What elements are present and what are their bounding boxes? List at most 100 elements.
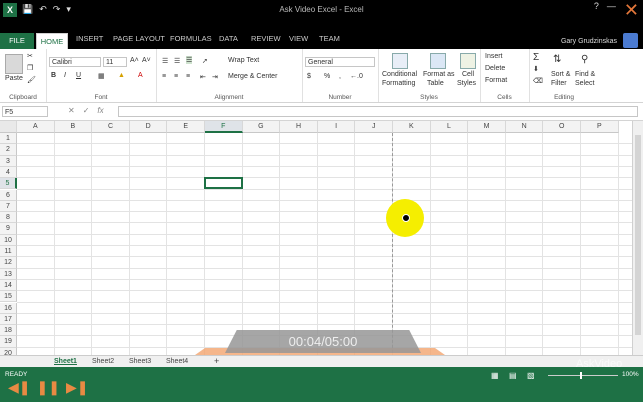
- find-select-label-2[interactable]: Select: [575, 80, 594, 87]
- zoom-slider-thumb[interactable]: [580, 372, 582, 379]
- comma-icon[interactable]: ,: [339, 73, 341, 80]
- row-header-12[interactable]: 12: [0, 257, 17, 269]
- page-break-view-icon[interactable]: ▧: [527, 371, 535, 380]
- fill-color-icon[interactable]: ▲: [118, 72, 125, 79]
- row-header-5[interactable]: 5: [0, 178, 17, 190]
- align-top-icon[interactable]: ☰: [162, 57, 168, 65]
- tab-data[interactable]: DATA: [219, 34, 238, 43]
- column-header-p[interactable]: P: [581, 121, 619, 133]
- avatar[interactable]: [623, 33, 638, 48]
- sheet-tab-3[interactable]: Sheet3: [129, 356, 151, 367]
- tab-review[interactable]: REVIEW: [251, 34, 281, 43]
- cut-icon[interactable]: ✂: [27, 52, 33, 60]
- tab-team[interactable]: TEAM: [319, 34, 340, 43]
- normal-view-icon[interactable]: ▦: [491, 371, 499, 380]
- delete-cells-button[interactable]: Delete: [485, 65, 505, 72]
- add-sheet-button[interactable]: +: [214, 356, 219, 367]
- name-box[interactable]: F5: [2, 106, 48, 117]
- column-header-j[interactable]: J: [355, 121, 393, 133]
- column-header-h[interactable]: H: [280, 121, 318, 133]
- column-header-d[interactable]: D: [129, 121, 168, 133]
- formula-input[interactable]: [118, 106, 638, 117]
- column-header-m[interactable]: M: [468, 121, 506, 133]
- align-left-icon[interactable]: ≡: [162, 73, 166, 80]
- format-as-table-label-1[interactable]: Format as: [423, 71, 455, 78]
- shrink-font-icon[interactable]: A˅: [142, 57, 151, 64]
- cell-styles-label-2[interactable]: Styles: [457, 80, 476, 87]
- format-cells-button[interactable]: Format: [485, 77, 507, 84]
- increase-indent-icon[interactable]: ⇥: [212, 73, 218, 81]
- autosum-icon[interactable]: Σ: [533, 52, 539, 63]
- font-size-select[interactable]: 11: [103, 57, 127, 67]
- column-header-f[interactable]: F: [205, 121, 243, 133]
- select-all-corner[interactable]: [0, 121, 17, 133]
- row-header-19[interactable]: 19: [0, 336, 17, 348]
- row-header-14[interactable]: 14: [0, 279, 17, 292]
- sheet-tab-4[interactable]: Sheet4: [166, 356, 188, 367]
- pause-icon[interactable]: ❚❚: [37, 379, 60, 396]
- cell-styles-icon[interactable]: [460, 53, 476, 69]
- column-header-g[interactable]: G: [242, 121, 281, 133]
- worksheet-grid[interactable]: A B C D E F G H I J K L M N O P 1 2 3 4 5 6 7 8 9 10 11 12 13 14 15 16 1…: [0, 121, 632, 355]
- paste-label[interactable]: Paste: [5, 75, 23, 82]
- scroll-thumb[interactable]: [635, 135, 641, 335]
- column-header-o[interactable]: O: [543, 121, 581, 133]
- row-header-9[interactable]: 9: [0, 223, 17, 235]
- sort-filter-label-1[interactable]: Sort &: [551, 71, 570, 78]
- clear-icon[interactable]: ⌫: [533, 77, 543, 85]
- conditional-formatting-label-2[interactable]: Formatting: [382, 80, 415, 87]
- percent-icon[interactable]: %: [324, 73, 330, 80]
- align-bottom-icon[interactable]: ☰: [186, 56, 193, 64]
- sheet-tab-1[interactable]: Sheet1: [54, 356, 77, 367]
- bold-icon[interactable]: B: [51, 72, 56, 79]
- format-painter-icon[interactable]: 🖌: [27, 76, 36, 84]
- conditional-formatting-label-1[interactable]: Conditional: [382, 71, 417, 78]
- cell-styles-label-1[interactable]: Cell: [462, 71, 474, 78]
- active-cell[interactable]: [204, 177, 243, 190]
- row-header-6[interactable]: 6: [0, 189, 17, 201]
- conditional-formatting-icon[interactable]: [392, 53, 408, 69]
- merge-center-button[interactable]: Merge & Center: [228, 73, 277, 80]
- row-header-11[interactable]: 11: [0, 246, 17, 258]
- row-header-13[interactable]: 13: [0, 268, 17, 280]
- row-header-1[interactable]: 1: [0, 133, 17, 145]
- help-icon[interactable]: ?: [594, 1, 599, 19]
- fill-icon[interactable]: ⬇: [533, 65, 539, 73]
- copy-icon[interactable]: ❐: [27, 64, 33, 72]
- grow-font-icon[interactable]: A˄: [130, 57, 139, 64]
- font-name-select[interactable]: Calibri: [49, 57, 101, 67]
- row-header-8[interactable]: 8: [0, 212, 17, 224]
- row-header-15[interactable]: 15: [0, 291, 17, 303]
- column-header-i[interactable]: I: [317, 121, 356, 133]
- align-middle-icon[interactable]: ☰: [174, 57, 180, 65]
- user-name[interactable]: Gary Grudzinskas: [561, 38, 617, 45]
- zoom-slider[interactable]: [548, 375, 618, 376]
- find-select-icon[interactable]: ⚲: [581, 54, 588, 65]
- vertical-scrollbar[interactable]: [632, 121, 643, 355]
- align-right-icon[interactable]: ≡: [186, 73, 190, 80]
- underline-icon[interactable]: U: [76, 72, 81, 79]
- sheet-tab-2[interactable]: Sheet2: [92, 356, 114, 367]
- tab-file[interactable]: FILE: [0, 33, 34, 49]
- row-header-7[interactable]: 7: [0, 200, 17, 213]
- insert-cells-button[interactable]: Insert: [485, 53, 503, 60]
- paste-icon[interactable]: [5, 54, 23, 74]
- row-header-16[interactable]: 16: [0, 302, 17, 314]
- column-header-c[interactable]: C: [92, 121, 130, 133]
- row-header-3[interactable]: 3: [0, 155, 17, 167]
- format-as-table-icon[interactable]: [430, 53, 446, 69]
- font-color-icon[interactable]: A: [138, 72, 143, 79]
- row-header-4[interactable]: 4: [0, 166, 17, 179]
- orientation-icon[interactable]: ➚: [202, 57, 208, 65]
- row-header-10[interactable]: 10: [0, 234, 17, 246]
- tab-formulas[interactable]: FORMULAS: [170, 34, 212, 43]
- cancel-entry-icon[interactable]: ✕: [68, 106, 75, 115]
- find-select-label-1[interactable]: Find &: [575, 71, 595, 78]
- tab-insert[interactable]: INSERT: [76, 34, 103, 43]
- column-header-e[interactable]: E: [167, 121, 205, 133]
- format-as-table-label-2[interactable]: Table: [427, 80, 444, 87]
- column-header-n[interactable]: N: [505, 121, 544, 133]
- decrease-indent-icon[interactable]: ⇤: [200, 73, 206, 81]
- number-format-select[interactable]: General: [305, 57, 375, 67]
- page-layout-view-icon[interactable]: ▤: [509, 371, 517, 380]
